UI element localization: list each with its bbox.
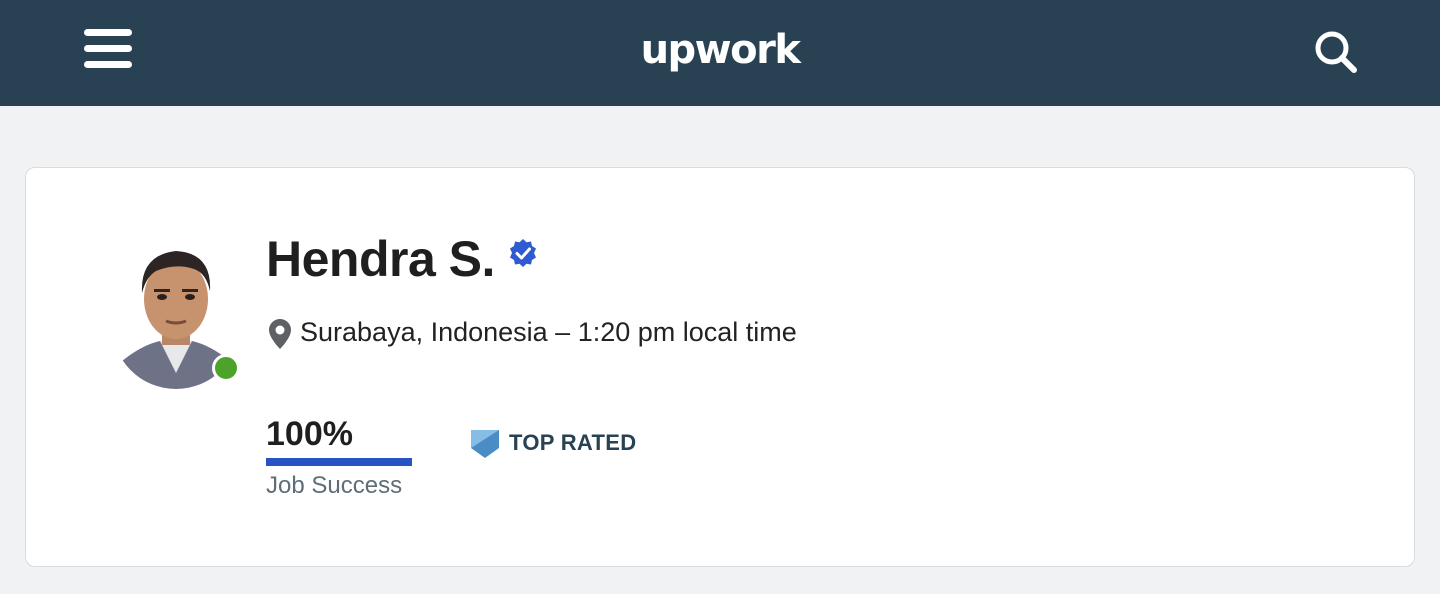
top-nav-bar: upwork <box>0 0 1440 106</box>
menu-bar-line <box>84 29 132 36</box>
location-pin-icon <box>268 318 292 350</box>
search-icon[interactable] <box>1308 24 1364 80</box>
upwork-logo[interactable]: upwork <box>620 22 820 78</box>
job-success-value: 100% <box>266 415 353 453</box>
online-status-indicator <box>212 354 240 382</box>
menu-bar-line <box>84 61 132 68</box>
menu-bar-line <box>84 45 132 52</box>
verified-badge-icon <box>508 238 538 268</box>
location-text: Surabaya, Indonesia – 1:20 pm local time <box>300 317 797 347</box>
job-success-label: Job Success <box>266 472 403 499</box>
top-rated-badge-label: TOP RATED <box>509 430 637 455</box>
hamburger-menu-icon[interactable] <box>78 24 138 76</box>
profile-card: Hendra S. Surabaya, Indonesia – 1:20 pm … <box>25 167 1415 567</box>
job-success-bar-fill <box>266 458 412 466</box>
top-rated-shield-icon <box>470 428 500 460</box>
job-success-bar <box>266 458 412 466</box>
freelancer-name: Hendra S. <box>266 231 495 287</box>
